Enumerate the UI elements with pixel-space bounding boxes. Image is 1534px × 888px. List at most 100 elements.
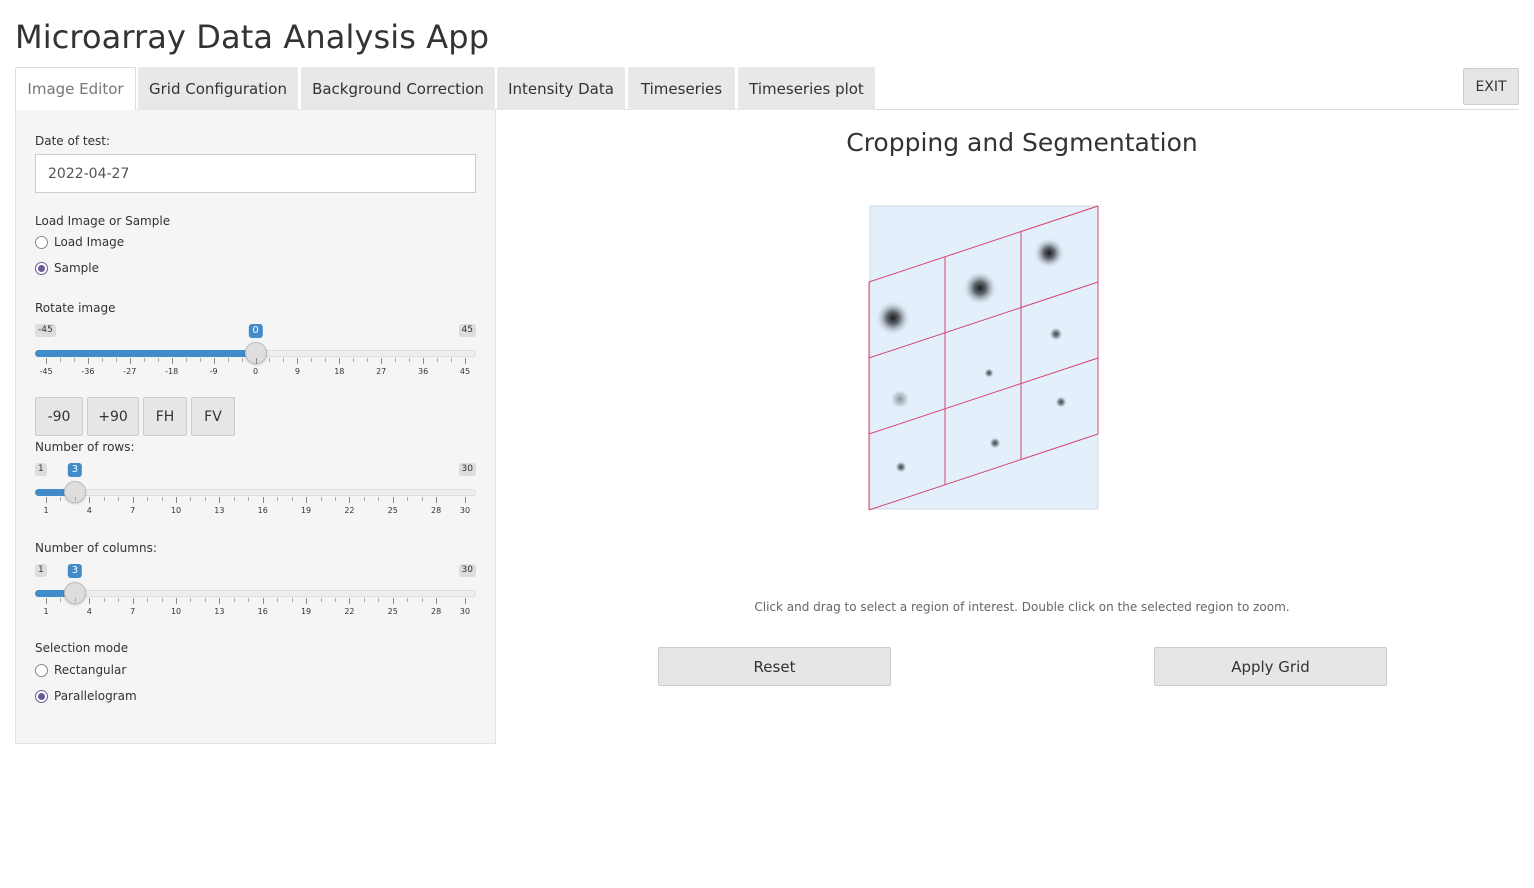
- cols-slider[interactable]: 1 30 3 1 4 7 10 13 16 19 22 25 28 30: [35, 554, 476, 616]
- slider-minor-tick: [60, 598, 62, 602]
- spot: [1055, 396, 1067, 408]
- radio-button[interactable]: [35, 663, 48, 677]
- slider-ticks: 1 4 7 10 13 16 19 22 25 28 30: [35, 598, 476, 618]
- slider-minor-tick: [118, 497, 120, 501]
- spot: [875, 300, 911, 336]
- slider-minor-tick: [320, 497, 322, 501]
- slider-tick: [132, 497, 134, 503]
- slider-minor-tick: [334, 497, 336, 501]
- rotate-plus-90-button[interactable]: +90: [87, 397, 139, 436]
- slider-minor-tick: [421, 598, 423, 602]
- slider-tick: [465, 497, 466, 503]
- slider-tick-label: 1: [43, 506, 49, 515]
- slider-tick: [423, 358, 425, 364]
- slider-minor-tick: [248, 598, 250, 602]
- reset-button[interactable]: Reset: [658, 647, 891, 686]
- slider-minor-tick: [437, 358, 439, 362]
- exit-button[interactable]: EXIT: [1463, 68, 1519, 105]
- radio-label: Load Image: [54, 235, 125, 249]
- slider-minor-tick: [311, 358, 313, 362]
- date-label: Date of test:: [35, 134, 110, 148]
- slider-value-label: 3: [67, 463, 83, 477]
- slider-tick: [89, 497, 91, 503]
- slider-minor-tick: [115, 358, 117, 362]
- spot: [890, 389, 910, 409]
- slider-minor-tick: [353, 358, 355, 362]
- microarray-image[interactable]: [830, 200, 1110, 520]
- slider-minor-tick: [325, 358, 327, 362]
- slider-tick-label: 13: [214, 506, 225, 515]
- slider-tick: [129, 358, 131, 364]
- slider-minor-tick: [59, 358, 61, 362]
- slider-tick: [213, 358, 215, 364]
- flip-horizontal-button[interactable]: FH: [143, 397, 187, 436]
- slider-track[interactable]: [35, 489, 476, 496]
- slider-tick-label: 18: [334, 367, 345, 376]
- spot: [989, 437, 1001, 449]
- slider-tick: [465, 598, 466, 604]
- slider-minor-tick: [190, 497, 192, 501]
- tab-timeseries[interactable]: Timeseries: [628, 67, 735, 110]
- slider-tick: [392, 598, 394, 604]
- slider-tick: [339, 358, 341, 364]
- radio-button[interactable]: [35, 689, 48, 703]
- slider-tick-label: 19: [300, 607, 312, 616]
- selection-mode-label: Selection mode: [35, 641, 129, 655]
- slider-tick-label: 7: [130, 607, 136, 616]
- slider-minor-tick: [363, 598, 365, 602]
- radio-load-image[interactable]: Load Image: [35, 235, 124, 249]
- slider-min-label: 1: [35, 463, 47, 476]
- slider-value-label: 0: [248, 324, 263, 338]
- slider-minor-tick: [147, 598, 149, 602]
- tab-image-editor[interactable]: Image Editor: [15, 67, 136, 111]
- slider-tick-label: 13: [214, 607, 225, 616]
- slider-track[interactable]: [35, 590, 476, 597]
- image-plot[interactable]: [830, 200, 1110, 520]
- radio-sample[interactable]: Sample: [35, 261, 99, 275]
- tab-intensity-data[interactable]: Intensity Data: [497, 67, 625, 110]
- slider-minor-tick: [395, 358, 397, 362]
- slider-ticks: 1 4 7 10 13 16 19 22 25 28 30: [35, 497, 476, 517]
- radio-label: Rectangular: [54, 663, 127, 677]
- radio-button[interactable]: [35, 235, 48, 249]
- slider-tick-label: -27: [123, 367, 137, 376]
- rows-slider[interactable]: 1 30 3 1 4 7 10 13 16 19 22 25 28 30: [35, 453, 476, 515]
- slider-tick: [46, 598, 47, 604]
- slider-tick-label: 30: [459, 506, 471, 515]
- slider-tick: [89, 598, 91, 604]
- slider-ticks: -45 -36 -27 -18 -9 0 9 18 27 36 45: [35, 358, 476, 378]
- radio-button[interactable]: [35, 261, 48, 275]
- slider-tick: [436, 598, 438, 604]
- slider-minor-tick: [291, 497, 293, 501]
- spot: [895, 461, 907, 473]
- tab-background-correction[interactable]: Background Correction: [301, 67, 495, 110]
- rotate-minus-90-button[interactable]: -90: [35, 397, 83, 436]
- slider-minor-tick: [367, 358, 369, 362]
- date-input[interactable]: [35, 154, 476, 193]
- slider-minor-tick: [204, 497, 206, 501]
- slider-tick: [219, 497, 221, 503]
- spot: [984, 368, 994, 378]
- slider-minor-tick: [409, 358, 411, 362]
- tab-timeseries-plot[interactable]: Timeseries plot: [738, 67, 875, 110]
- radio-rectangular[interactable]: Rectangular: [35, 663, 126, 677]
- radio-parallelogram[interactable]: Parallelogram: [35, 689, 137, 703]
- flip-vertical-button[interactable]: FV: [191, 397, 235, 436]
- slider-tick-label: 25: [387, 506, 398, 515]
- tab-grid-configuration[interactable]: Grid Configuration: [138, 67, 298, 110]
- slider-minor-tick: [60, 497, 62, 501]
- slider-tick: [297, 358, 299, 364]
- slider-tick: [87, 358, 89, 364]
- slider-tick: [262, 598, 264, 604]
- slider-minor-tick: [233, 497, 235, 501]
- slider-minor-tick: [74, 598, 76, 602]
- apply-grid-button[interactable]: Apply Grid: [1154, 647, 1387, 686]
- slider-tick: [46, 358, 47, 364]
- slider-minor-tick: [190, 598, 192, 602]
- slider-tick: [132, 598, 134, 604]
- rotate-slider[interactable]: -45 45 0 -45 -36 -27 -18 -9 0 9 18 27 36 45: [35, 314, 476, 376]
- slider-tick-label: -36: [81, 367, 95, 376]
- spot: [962, 270, 998, 306]
- slider-max-label: 45: [458, 324, 476, 337]
- slider-tick-label: -45: [39, 367, 53, 376]
